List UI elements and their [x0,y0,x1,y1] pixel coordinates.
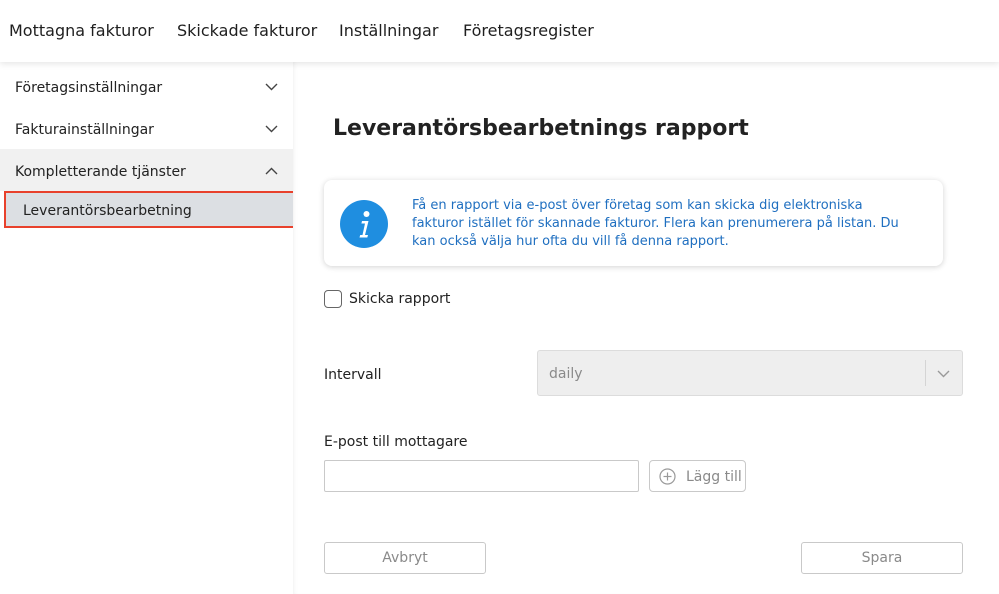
chevron-down-icon[interactable] [937,370,950,378]
sidebar-item-kompletterande-tjanster[interactable]: Kompletterande tjänster [0,149,293,191]
tab-mottagna-fakturor[interactable]: Mottagna fakturor [9,21,154,40]
chevron-up-icon [265,167,278,175]
tab-installningar[interactable]: Inställningar [339,21,438,40]
interval-select-value: daily [549,366,583,382]
add-email-button[interactable]: Lägg till [649,460,746,492]
sidebar: Företagsinställningar Fakturainställning… [0,62,296,594]
info-box: Få en rapport via e-post över företag so… [324,180,943,266]
cancel-button[interactable]: Avbryt [324,542,486,574]
sidebar-subitem-leverantorsbearbetning[interactable]: Leverantörsbearbetning [4,191,296,228]
sidebar-item-foretagsinstallningar[interactable]: Företagsinställningar [0,65,293,107]
interval-label: Intervall [324,367,382,383]
chevron-down-icon [265,83,278,91]
email-input[interactable] [324,460,639,492]
sidebar-item-label: Kompletterande tjänster [15,164,186,180]
page-title: Leverantörsbearbetnings rapport [333,116,749,141]
chevron-down-icon [265,125,278,133]
interval-select[interactable]: daily [537,350,963,396]
tab-skickade-fakturor[interactable]: Skickade fakturor [177,21,317,40]
info-text: Få en rapport via e-post över företag so… [412,198,899,249]
main-content: Leverantörsbearbetnings rapport Få en ra… [293,62,999,594]
tab-foretagsregister[interactable]: Företagsregister [463,21,594,40]
sidebar-subitem-label: Leverantörsbearbetning [23,203,192,219]
sidebar-item-fakturainstallningar[interactable]: Fakturainställningar [0,107,293,149]
sidebar-item-label: Företagsinställningar [15,80,163,96]
add-email-label: Lägg till [686,469,742,485]
send-report-label: Skicka rapport [349,291,451,307]
save-button[interactable]: Spara [801,542,963,574]
plus-circle-icon [659,468,676,485]
sidebar-item-label: Fakturainställningar [15,122,154,138]
checkbox-box[interactable] [324,290,342,308]
top-navigation: Mottagna fakturor Skickade fakturor Inst… [0,0,999,62]
info-icon [340,200,388,248]
email-label: E-post till mottagare [324,434,468,450]
select-divider [925,360,926,386]
